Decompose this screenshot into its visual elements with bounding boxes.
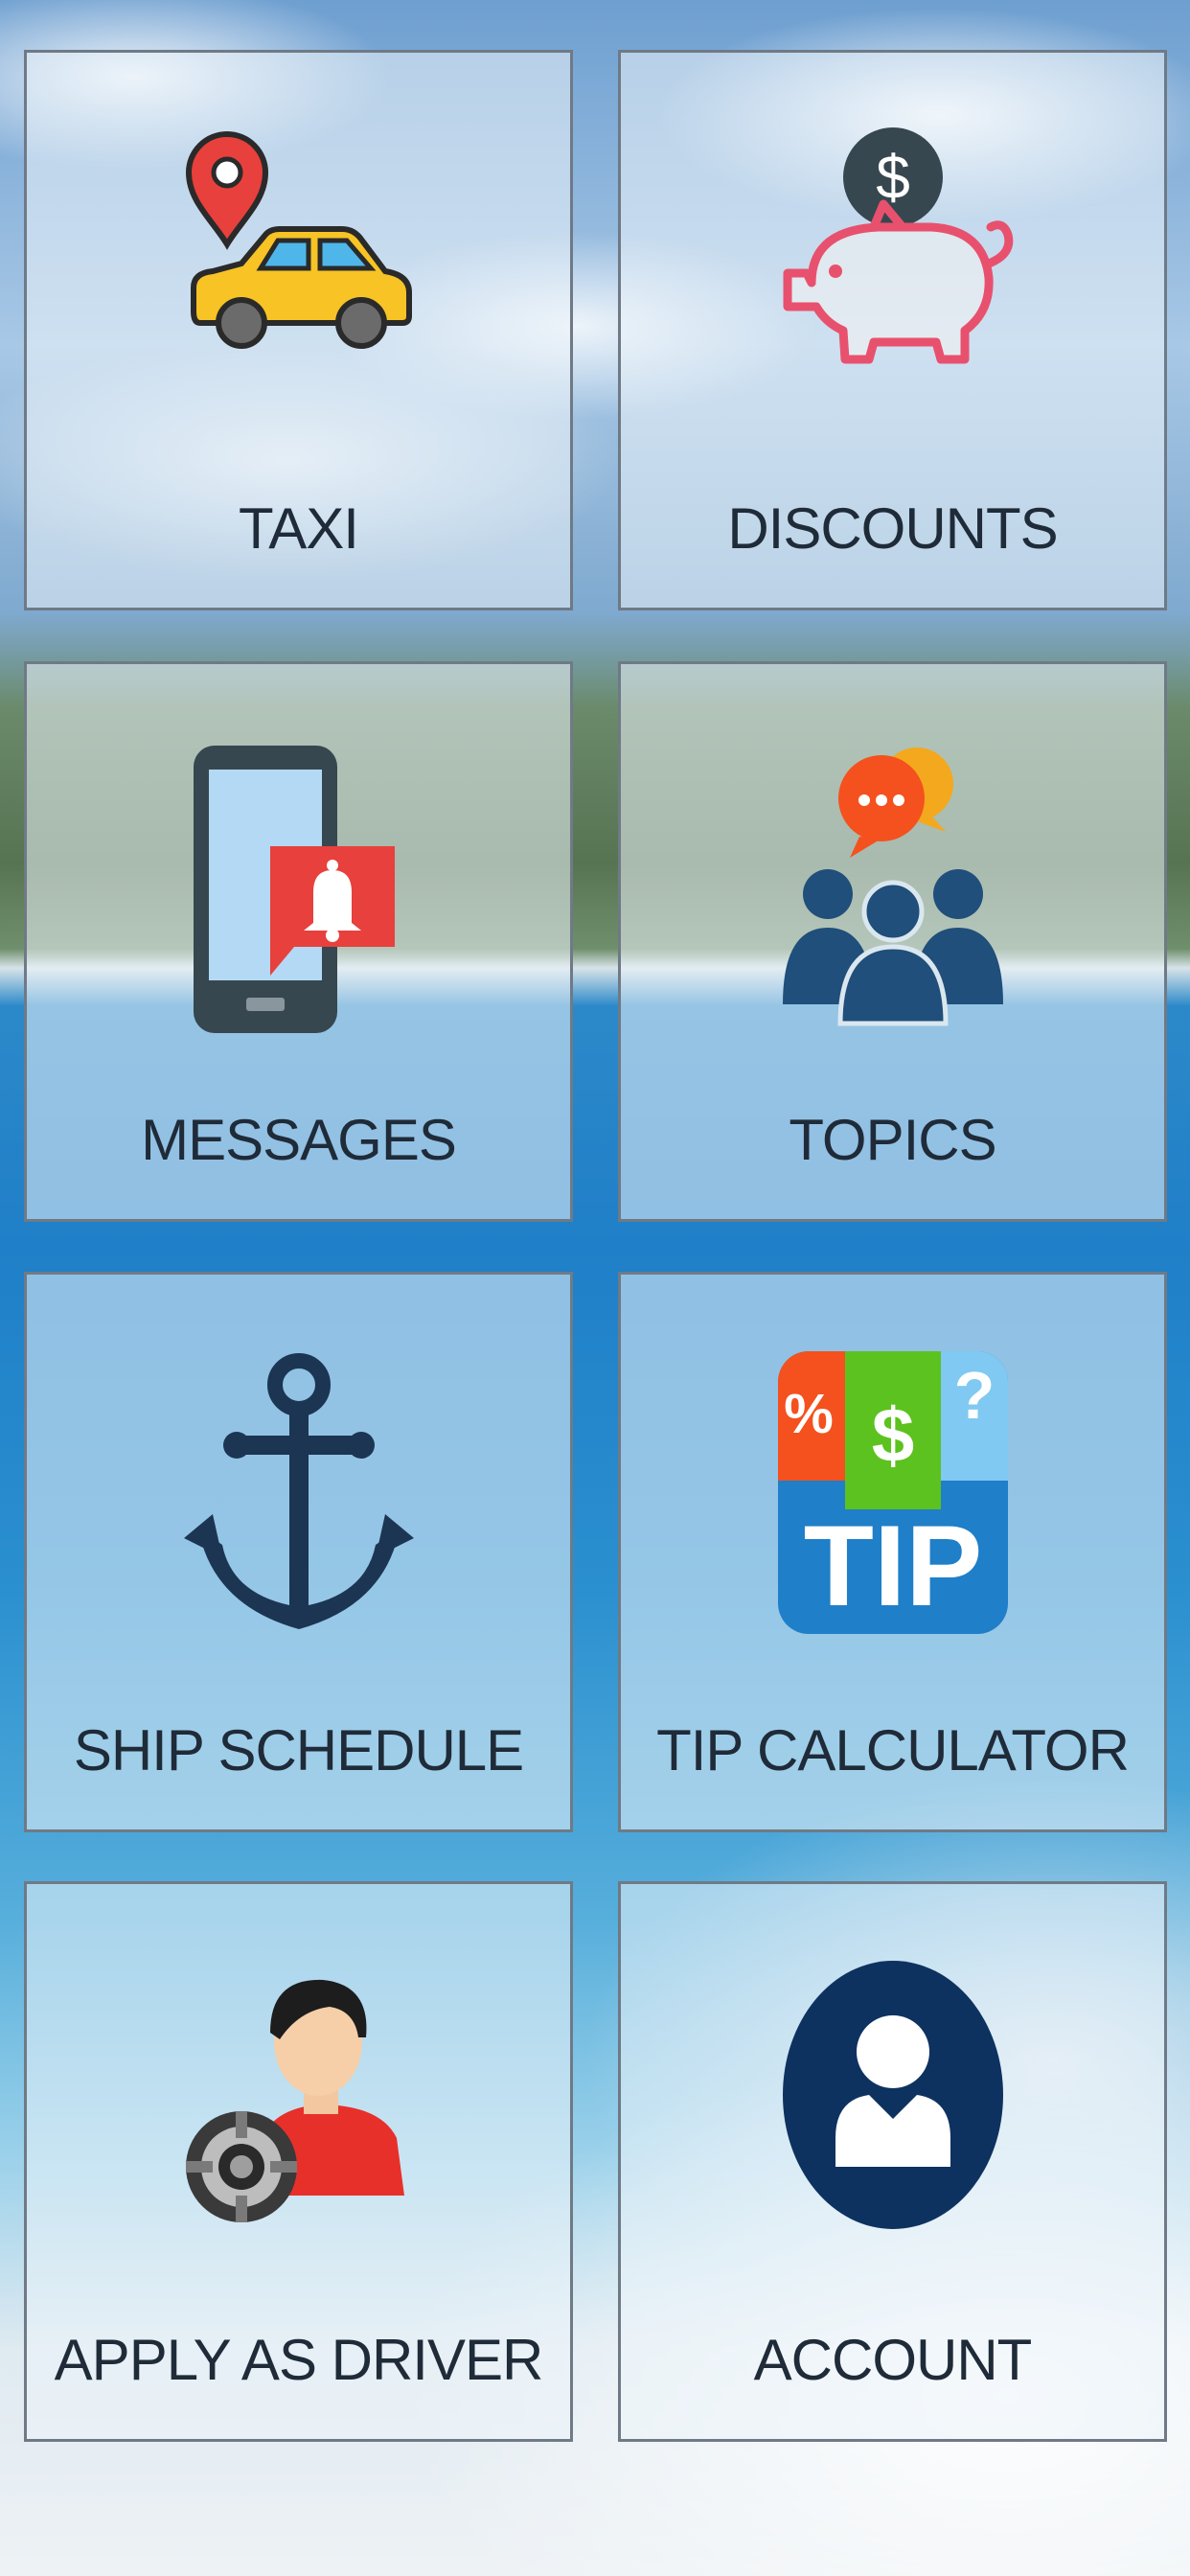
discounts-tile[interactable]: $ DISCOUNTS <box>618 50 1167 610</box>
tile-label: TIP CALCULATOR <box>656 1718 1130 1782</box>
driver-wheel-icon <box>185 1979 404 2222</box>
topics-tile[interactable]: TOPICS <box>618 661 1167 1222</box>
user-account-icon <box>782 1961 1003 2229</box>
dollar-symbol: $ <box>871 1392 914 1478</box>
tile-label: SHIP SCHEDULE <box>73 1718 524 1782</box>
account-tile[interactable]: ACCOUNT <box>618 1881 1167 2442</box>
menu-grid: TAXI $ DISCOUNTS MESSAGES TOPICS SHIP SC… <box>0 0 1190 2576</box>
tile-label: MESSAGES <box>141 1108 457 1172</box>
anchor-icon <box>183 1353 414 1629</box>
piggy-bank-icon: $ <box>783 127 1013 364</box>
taxi-tile[interactable]: TAXI <box>24 50 573 610</box>
tile-label: DISCOUNTS <box>727 496 1058 561</box>
percent-symbol: % <box>784 1383 834 1445</box>
tile-label: TOPICS <box>789 1108 996 1172</box>
question-symbol: ? <box>953 1358 995 1433</box>
messages-tile[interactable]: MESSAGES <box>24 661 573 1222</box>
tile-label: APPLY AS DRIVER <box>54 2328 544 2392</box>
apply-as-driver-tile[interactable]: APPLY AS DRIVER <box>24 1881 573 2442</box>
taxi-pin-icon <box>185 131 412 349</box>
tile-label: TAXI <box>239 496 359 561</box>
tile-label: ACCOUNT <box>753 2328 1033 2392</box>
phone-notification-icon <box>193 746 395 1033</box>
ship-schedule-tile[interactable]: SHIP SCHEDULE <box>24 1272 573 1832</box>
tip-calculator-tile[interactable]: % $ ? TIP TIP CALCULATOR <box>618 1272 1167 1832</box>
tip-calculator-icon: % $ ? TIP <box>777 1351 1008 1634</box>
group-chat-icon <box>782 748 1003 1026</box>
tip-word: TIP <box>803 1502 982 1630</box>
